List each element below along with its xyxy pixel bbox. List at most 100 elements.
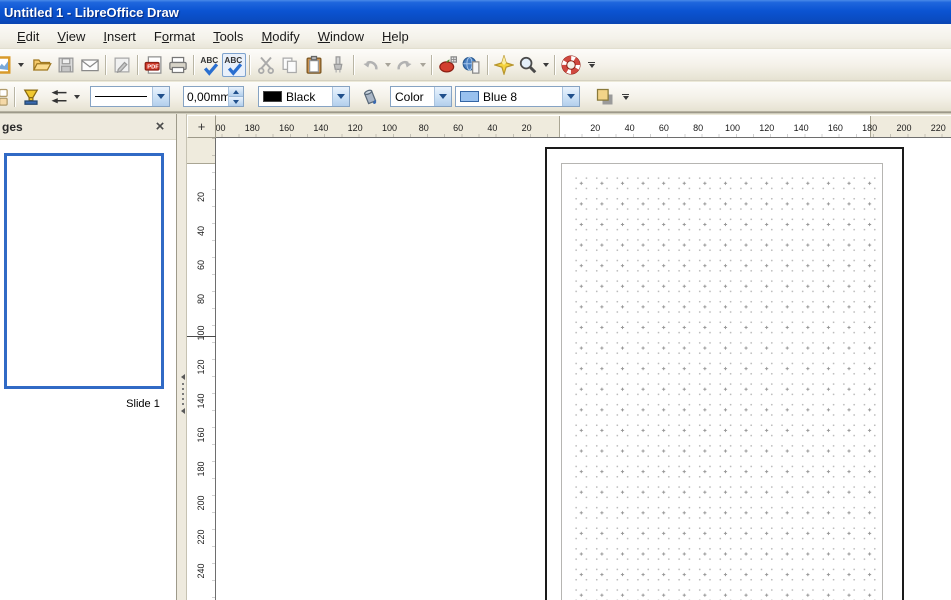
ruler-label: 120: [196, 359, 206, 375]
standard-toolbar: PDF ABC ABC: [0, 49, 951, 81]
menu-item-tools[interactable]: Tools: [204, 26, 252, 47]
ruler-cursor-indicator: [187, 336, 216, 337]
save-button[interactable]: [54, 53, 78, 77]
line-style-sample: [95, 96, 147, 97]
copy-button[interactable]: [278, 53, 302, 77]
new-dropdown-arrow[interactable]: [15, 54, 26, 76]
area-color-value: Blue 8: [483, 89, 518, 104]
ruler-origin-button[interactable]: +: [187, 115, 216, 138]
window-title: Untitled 1 - LibreOffice Draw: [4, 4, 179, 20]
clone-formatting-icon: [333, 55, 343, 72]
zoom-dropdown-arrow[interactable]: [540, 54, 551, 76]
ruler-label: 140: [313, 123, 329, 133]
print-button[interactable]: [166, 53, 190, 77]
navigator-button[interactable]: [492, 53, 516, 77]
ruler-label: 100: [196, 325, 206, 341]
gallery-button[interactable]: [436, 53, 460, 77]
close-icon[interactable]: ×: [152, 118, 168, 134]
horizontal-ruler[interactable]: 200 180 160 140 120 100 80 60 40 20 20 40 60 80 100 120…: [187, 115, 951, 138]
hyperlink-button[interactable]: [460, 53, 484, 77]
svg-text:PDF: PDF: [147, 64, 159, 70]
redo-dropdown-arrow[interactable]: [417, 54, 428, 76]
menu-item-edit[interactable]: Edit: [8, 26, 48, 47]
menu-item-insert[interactable]: Insert: [94, 26, 145, 47]
area-style-select[interactable]: Color: [390, 86, 452, 107]
open-button[interactable]: [30, 53, 54, 77]
help-icon: [561, 55, 581, 74]
menu-item-window[interactable]: Window: [309, 26, 373, 47]
ruler-label: 120: [347, 123, 363, 133]
ruler-label: 160: [279, 123, 295, 133]
panel-splitter[interactable]: [176, 114, 187, 600]
styles-button[interactable]: [0, 85, 11, 109]
export-pdf-icon: PDF: [144, 55, 162, 74]
ruler-label: 60: [196, 259, 206, 271]
auto-spellcheck-button[interactable]: ABC: [222, 52, 246, 77]
line-color-dropdown-button[interactable]: [332, 87, 349, 106]
toolbar-options-button[interactable]: [619, 85, 632, 109]
edit-file-button[interactable]: [110, 53, 134, 77]
title-bar[interactable]: Untitled 1 - LibreOffice Draw: [0, 0, 951, 24]
line-width-up-button[interactable]: [229, 87, 243, 97]
gallery-icon: [439, 55, 457, 72]
splitter-handle[interactable]: [179, 374, 186, 414]
ruler-label: 60: [453, 123, 464, 133]
line-width-spinner[interactable]: [183, 86, 244, 107]
area-button[interactable]: [358, 85, 382, 109]
cut-icon: [257, 56, 275, 74]
hyperlink-icon: [462, 56, 480, 74]
cut-button[interactable]: [254, 53, 278, 77]
arrow-style-dropdown-arrow[interactable]: [71, 86, 82, 108]
line-filling-toolbar: Black Color Blue 8: [0, 82, 951, 112]
zoom-button[interactable]: [516, 53, 540, 77]
line-color-select[interactable]: Black: [258, 86, 350, 107]
menu-item-help[interactable]: Help: [373, 26, 418, 47]
line-style-select[interactable]: [90, 86, 170, 107]
drawing-page[interactable]: [545, 147, 904, 600]
arrow-style-button[interactable]: [47, 85, 71, 109]
new-document-button[interactable]: [0, 53, 15, 77]
help-button[interactable]: [559, 53, 583, 77]
glue-points-button[interactable]: [19, 85, 43, 109]
export-pdf-button[interactable]: PDF: [142, 53, 166, 77]
area-fill-icon: [363, 89, 377, 104]
spelling-button[interactable]: ABC: [198, 53, 222, 77]
area-style-dropdown-button[interactable]: [434, 87, 451, 106]
menu-item-view[interactable]: View: [48, 26, 94, 47]
menu-bar: Edit View Insert Format Tools Modify Window Hel…: [0, 24, 951, 49]
ruler-label: 20: [590, 123, 601, 133]
undo-dropdown-arrow[interactable]: [382, 54, 393, 76]
ruler-label: 240: [196, 563, 206, 579]
glue-points-icon: [23, 89, 39, 105]
redo-button[interactable]: [393, 53, 417, 77]
copy-icon: [282, 57, 297, 73]
grid-dots: [567, 169, 877, 600]
shadow-button[interactable]: [593, 85, 617, 109]
line-width-input[interactable]: [184, 87, 228, 106]
shadow-icon: [596, 88, 613, 104]
ruler-label: 180: [196, 461, 206, 477]
vertical-ruler[interactable]: 20 40 60 80 100 120 140 160 180 200 220 240: [187, 138, 216, 600]
area-color-select[interactable]: Blue 8: [455, 86, 580, 107]
menu-item-modify[interactable]: Modify: [252, 26, 308, 47]
navigator-icon: [494, 54, 514, 75]
undo-button[interactable]: [358, 53, 382, 77]
ruler-label: 80: [693, 123, 704, 133]
area-color-dropdown-button[interactable]: [562, 87, 579, 106]
separator: [487, 54, 489, 75]
ruler-label: 220: [196, 529, 206, 545]
ruler-label: 160: [196, 427, 206, 443]
line-width-down-button[interactable]: [229, 97, 243, 106]
collapse-arrow-icon: [180, 374, 185, 380]
email-button[interactable]: [78, 53, 102, 77]
clone-formatting-button[interactable]: [326, 53, 350, 77]
slide-thumbnail[interactable]: [4, 153, 164, 389]
menu-item-format[interactable]: Format: [145, 26, 204, 47]
separator: [105, 54, 107, 75]
ruler-label: 200: [196, 495, 206, 511]
line-color-swatch: [263, 91, 282, 102]
line-style-dropdown-button[interactable]: [152, 87, 169, 106]
toolbar-options-button[interactable]: [585, 53, 598, 77]
slide-label: Slide 1: [126, 398, 160, 410]
paste-button[interactable]: [302, 53, 326, 77]
